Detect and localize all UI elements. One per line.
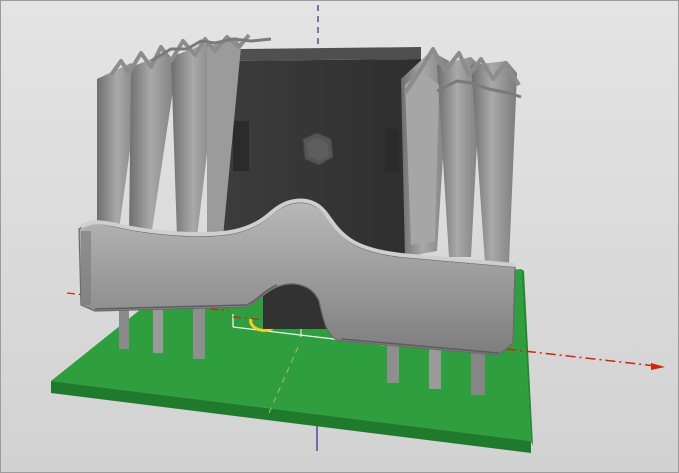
- heatsink-right-fins: [401, 47, 522, 263]
- 3d-viewport[interactable]: [0, 0, 679, 473]
- 3d-scene[interactable]: [1, 1, 678, 472]
